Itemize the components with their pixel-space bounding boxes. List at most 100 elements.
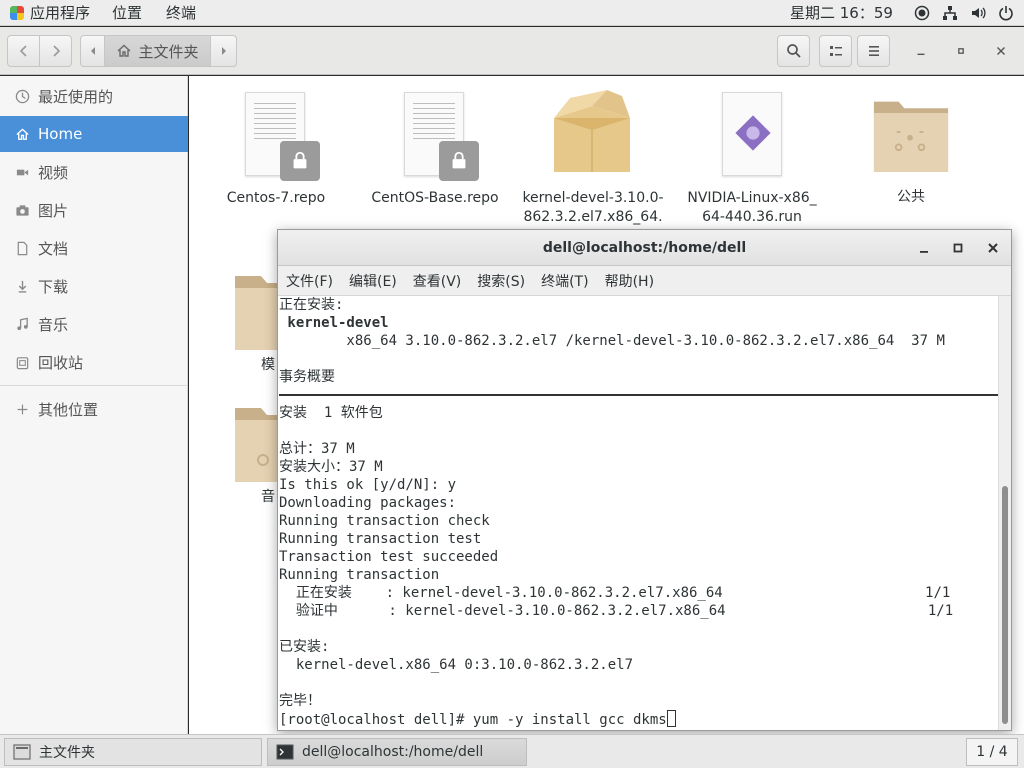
terminal-maximize-button[interactable] (950, 240, 966, 256)
terminal-line: kernel-devel (279, 315, 389, 331)
sidebar-item-label: 视频 (38, 163, 69, 182)
music-icon (14, 316, 30, 332)
menu-view[interactable]: 查看(V) (405, 271, 470, 291)
clock[interactable]: 星期二 16：59 (790, 0, 893, 26)
lock-icon (280, 141, 320, 181)
sidebar-item-other-locations[interactable]: 其他位置 (0, 391, 188, 427)
terminal-line: Transaction test succeeded (279, 549, 499, 565)
task-label: dell@localhost:/home/dell (302, 744, 484, 760)
search-button[interactable] (777, 35, 810, 67)
sidebar-item-label: 回收站 (38, 353, 84, 372)
terminal-icon (276, 744, 294, 760)
task-file-manager[interactable]: 主文件夹 (4, 738, 262, 766)
menu-help[interactable]: 帮助(H) (597, 271, 662, 291)
terminal-scrollbar[interactable] (998, 296, 1011, 730)
terminal-output[interactable]: 正在安装: kernel-devel x86_64 3.10.0-862.3.2… (278, 296, 998, 730)
maximize-button[interactable] (949, 39, 973, 63)
home-icon (14, 126, 30, 142)
search-icon (786, 44, 801, 58)
hamburger-icon (868, 46, 879, 56)
sidebar-item-trash[interactable]: 回收站 (0, 344, 188, 380)
terminal-app-label: 终端 (166, 4, 197, 22)
terminal-window[interactable]: dell@localhost:/home/dell 文件(F) 编辑(E) 查看… (277, 229, 1012, 731)
clock-icon (14, 88, 30, 104)
menu-terminal[interactable]: 终端(T) (533, 271, 596, 291)
terminal-line: 安装 1 软件包 (279, 405, 383, 421)
terminal-line: kernel-devel.x86_64 0:3.10.0-862.3.2.el7 (279, 657, 634, 673)
sidebar-item-videos[interactable]: 视频 (0, 154, 188, 190)
back-button[interactable] (7, 35, 40, 67)
sidebar-item-label: 下载 (38, 277, 69, 296)
sidebar-item-recent[interactable]: 最近使用的 (0, 78, 188, 114)
path-home-label: 主文件夹 (138, 42, 199, 61)
file-name: 公共 (897, 189, 925, 205)
camera-icon (14, 202, 30, 218)
sidebar-item-music[interactable]: 音乐 (0, 306, 188, 342)
minimize-button[interactable] (909, 39, 933, 63)
terminal-titlebar[interactable]: dell@localhost:/home/dell (278, 230, 1011, 266)
trash-icon (14, 354, 30, 370)
file-item[interactable]: Centos-7.repo (201, 92, 351, 212)
terminal-line: Is this ok [y/d/N]: y (279, 477, 457, 493)
terminal-line: 验证中 : kernel-devel-3.10.0-862.3.2.el7.x8… (279, 603, 954, 619)
sidebar-item-label: Home (38, 125, 83, 143)
minimize-icon (920, 251, 928, 253)
terminal-prompt: [root@localhost dell]# yum -y install gc… (279, 712, 667, 728)
file-item[interactable]: CentOS-Base.repo (360, 92, 510, 212)
file-item[interactable]: 公共 (836, 94, 986, 214)
sidebar-item-label: 图片 (38, 201, 69, 220)
task-terminal[interactable]: dell@localhost:/home/dell (267, 738, 527, 766)
accessibility-icon[interactable] (914, 5, 930, 21)
terminal-minimize-button[interactable] (916, 240, 932, 256)
view-toggle-button[interactable] (819, 35, 852, 67)
path-bar-home[interactable]: 主文件夹 (104, 35, 211, 67)
terminal-line: Running transaction (279, 567, 440, 583)
scrollbar-thumb[interactable] (1002, 486, 1008, 724)
terminal-line: x86_64 3.10.0-862.3.2.el7 /kernel-devel-… (279, 333, 945, 349)
download-icon (14, 278, 30, 294)
package-icon (554, 90, 630, 172)
sidebar-item-pictures[interactable]: 图片 (0, 192, 188, 228)
sidebar-item-documents[interactable]: 文档 (0, 230, 188, 266)
volume-icon[interactable] (970, 5, 986, 21)
file-item[interactable]: NVIDIA-Linux-x86_ 64-440.36.run (677, 92, 827, 232)
sidebar-item-downloads[interactable]: 下载 (0, 268, 188, 304)
sidebar-item-home[interactable]: Home (0, 116, 188, 152)
executable-file-icon (722, 92, 782, 176)
terminal-app-menu[interactable]: 终端 (152, 0, 206, 26)
task-label: 主文件夹 (39, 745, 95, 761)
terminal-line: 已安装: (279, 639, 330, 655)
menu-button[interactable] (857, 35, 890, 67)
chevron-right-icon (52, 45, 60, 57)
applications-menu[interactable]: 应用程序 (0, 0, 100, 26)
menu-edit[interactable]: 编辑(E) (341, 271, 405, 291)
power-icon[interactable] (998, 5, 1014, 21)
menu-file[interactable]: 文件(F) (278, 271, 341, 291)
file-manager-headerbar: 主文件夹 (0, 27, 1024, 75)
sidebar-item-label: 文档 (38, 239, 69, 258)
forward-button[interactable] (39, 35, 72, 67)
maximize-icon (958, 48, 964, 54)
menu-search[interactable]: 搜索(S) (469, 271, 533, 291)
places-label: 位置 (112, 4, 143, 22)
video-icon (14, 164, 30, 180)
chevron-left-icon (19, 45, 27, 57)
top-panel: 应用程序 位置 终端 星期二 16：59 (0, 0, 1024, 26)
terminal-close-button[interactable] (985, 240, 1001, 256)
terminal-prompt-line[interactable]: [root@localhost dell]# yum -y install gc… (279, 710, 998, 728)
places-menu[interactable]: 位置 (100, 0, 152, 26)
system-tray[interactable] (914, 0, 1014, 26)
plus-icon (14, 401, 30, 417)
path-scroll-left-button[interactable] (80, 35, 105, 67)
workspace-pager[interactable]: 1 / 4 (966, 738, 1018, 766)
terminal-title: dell@localhost:/home/dell (542, 240, 747, 256)
terminal-line: Downloading packages: (279, 495, 457, 511)
close-button[interactable] (989, 39, 1013, 63)
network-icon[interactable] (942, 5, 958, 21)
path-scroll-right-button[interactable] (210, 35, 237, 67)
text-file-icon (404, 92, 479, 181)
file-name: CentOS-Base.repo (371, 190, 499, 206)
file-item[interactable]: kernel-devel-3.10.0- 862.3.2.el7.x86_64. (518, 88, 668, 228)
